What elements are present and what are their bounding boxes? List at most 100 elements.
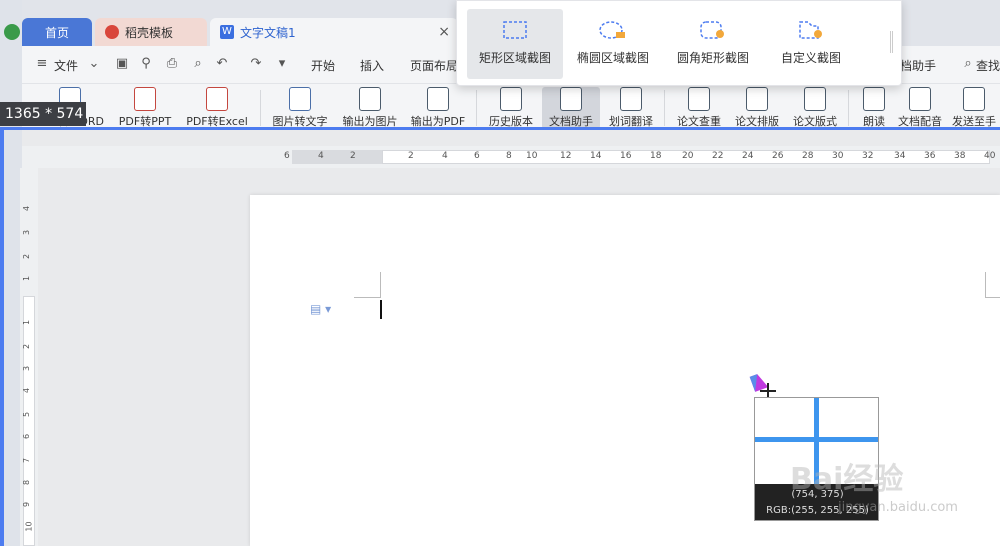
ruler-label: 3 (22, 365, 32, 372)
microphone-icon (863, 87, 885, 111)
ruler-label: 22 (712, 151, 724, 161)
menu-insert[interactable]: 插入 (360, 57, 384, 74)
ribbon-divider (848, 90, 849, 126)
custom-capture-option[interactable]: 自定义截图 (763, 9, 859, 79)
ruler-label: 2 (408, 151, 414, 161)
ruler-label: 4 (442, 151, 448, 161)
ruler-label: 6 (284, 151, 290, 161)
translate-button[interactable]: 划词翻译 (602, 87, 660, 129)
paper-layout-button[interactable]: 论文版式 (786, 87, 844, 129)
image-text-icon (289, 87, 311, 111)
rectangle-capture-icon (503, 21, 527, 39)
phone-icon (963, 87, 985, 111)
ruler-label: 4 (22, 205, 32, 212)
text-caret (380, 300, 382, 319)
hamburger-icon[interactable]: ≡ (34, 56, 50, 72)
export-pdf-button[interactable]: 输出为PDF (406, 87, 470, 129)
custom-capture-icon (799, 21, 822, 39)
image-to-text-button[interactable]: 图片转文字 (268, 87, 332, 129)
ruler-label: 1 (22, 319, 32, 326)
doc-assistant-button[interactable]: 文档助手 (542, 87, 600, 129)
margin-marker (985, 297, 1000, 298)
watermark-logo: Bai经验 (790, 462, 904, 497)
ruler-label: 8 (22, 479, 32, 486)
drag-handle[interactable] (890, 31, 893, 53)
read-aloud-button[interactable]: 朗读 (854, 87, 894, 129)
redo-icon[interactable]: ↷ (248, 56, 264, 72)
ruler-label: 1 (22, 275, 32, 282)
pdf-ppt-icon (134, 87, 156, 111)
ruler-label: 6 (474, 151, 480, 161)
selection-border-top (0, 127, 1000, 130)
ellipse-capture-icon (599, 21, 625, 39)
search-icon[interactable]: ⌕ (960, 56, 976, 72)
tab-document[interactable]: W 文字文稿1 × (210, 18, 458, 46)
ruler-label: 6 (22, 433, 32, 440)
ruler-label: 38 (954, 151, 966, 161)
send-to-phone-button[interactable]: 发送至手 (948, 87, 1000, 129)
print-preview-icon[interactable]: ⌕ (190, 56, 206, 72)
rounded-rect-capture-icon (700, 21, 724, 39)
screenshot-mode-popup: 矩形区域截图 椭圆区域截图 圆角矩形截图 自定义截图 (456, 0, 902, 86)
ribbon: PDF转WORD PDF转PPT PDF转Excel 图片转文字 输出为图片 输… (22, 84, 1000, 130)
tab-home[interactable]: 首页 (22, 18, 92, 46)
ellipse-capture-option[interactable]: 椭圆区域截图 (565, 9, 661, 79)
export-pdf-icon (427, 87, 449, 111)
paper-layout-icon (804, 87, 826, 111)
print-icon[interactable]: ⎙ (164, 56, 180, 72)
pdf-to-ppt-button[interactable]: PDF转PPT (112, 87, 178, 129)
vertical-ruler[interactable]: 4 3 2 1 1 2 3 4 5 6 7 8 9 10 (20, 168, 38, 546)
selection-size-label: 1365 * 574 (0, 102, 86, 126)
ruler-label: 9 (22, 501, 32, 508)
menu-start[interactable]: 开始 (311, 57, 335, 74)
ruler-label: 24 (742, 151, 754, 161)
ruler-label: 2 (350, 151, 356, 161)
paper-format-button[interactable]: 论文排版 (728, 87, 786, 129)
ruler-label: 40 (984, 151, 996, 161)
doc-assistant-icon (560, 87, 582, 111)
rounded-rect-capture-option[interactable]: 圆角矩形截图 (665, 9, 761, 79)
customize-icon[interactable]: ▾ (274, 56, 290, 72)
ruler-label: 10 (24, 521, 34, 532)
menu-doc-assistant[interactable]: 档助手 (900, 57, 936, 74)
history-icon (500, 87, 522, 111)
plagiarism-check-button[interactable]: 论文查重 (670, 87, 728, 129)
ruler-text-area (23, 296, 35, 546)
history-version-button[interactable]: 历史版本 (482, 87, 540, 129)
menu-page-layout[interactable]: 页面布局 (410, 57, 458, 74)
format-painter-icon[interactable]: ⚲ (138, 56, 154, 72)
ruler-label: 4 (22, 387, 32, 394)
rect-capture-option[interactable]: 矩形区域截图 (467, 9, 563, 79)
chevron-down-icon[interactable]: ⌄ (86, 56, 102, 72)
paper-format-icon (746, 87, 768, 111)
ruler-label: 14 (590, 151, 602, 161)
close-icon[interactable]: × (438, 24, 450, 40)
paragraph-layout-icon[interactable]: ▤ ▾ (310, 302, 331, 316)
voice-icon (909, 87, 931, 111)
margin-marker (380, 272, 381, 298)
export-image-button[interactable]: 输出为图片 (338, 87, 402, 129)
voice-over-button[interactable]: 文档配音 (894, 87, 946, 129)
writer-doc-icon: W (220, 25, 234, 39)
horizontal-ruler[interactable]: 6 4 2 2 4 6 8 10 12 14 16 18 20 22 24 26… (22, 146, 1000, 168)
tab-templates[interactable]: 稻壳模板 (95, 18, 207, 46)
plagiarism-icon (688, 87, 710, 111)
menu-search[interactable]: 查找 (976, 57, 1000, 74)
tab-home-label: 首页 (44, 25, 69, 40)
undo-icon[interactable]: ↶ (214, 56, 230, 72)
save-icon[interactable]: ▣ (114, 56, 130, 72)
app-icon (4, 24, 20, 40)
menu-file[interactable]: 文件 (54, 57, 78, 74)
ruler-label: 28 (802, 151, 814, 161)
ruler-margin (292, 150, 382, 164)
ruler-label: 34 (894, 151, 906, 161)
pdf-to-excel-button[interactable]: PDF转Excel (182, 87, 252, 129)
ruler-label: 36 (924, 151, 936, 161)
margin-marker (985, 272, 986, 298)
magnifier-crosshair-horizontal (755, 437, 878, 442)
ruler-label: 30 (832, 151, 844, 161)
pdf-excel-icon (206, 87, 228, 111)
ribbon-divider (664, 90, 665, 126)
selection-border-left (0, 127, 4, 546)
ruler-label: 8 (506, 151, 512, 161)
